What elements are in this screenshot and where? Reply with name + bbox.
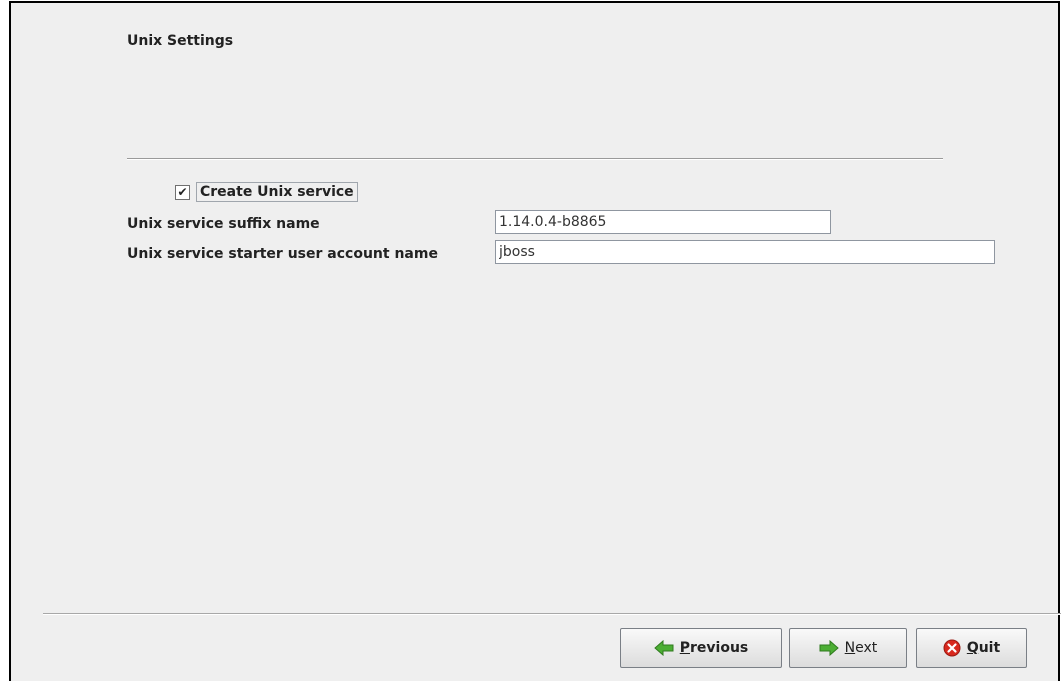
create-service-checkbox-row[interactable]: ✔ Create Unix service bbox=[175, 180, 358, 204]
suffix-name-input[interactable] bbox=[495, 210, 831, 234]
checkmark-icon: ✔ bbox=[177, 185, 188, 199]
next-button-label: Next bbox=[844, 640, 878, 656]
suffix-name-label: Unix service suffix name bbox=[127, 216, 320, 232]
right-arrow-icon bbox=[819, 640, 839, 656]
next-button[interactable]: Next bbox=[789, 628, 907, 668]
previous-button-label: Previous bbox=[679, 640, 749, 656]
create-service-checkbox[interactable]: ✔ bbox=[175, 184, 190, 200]
quit-button-label: Quit bbox=[966, 640, 1001, 656]
top-separator bbox=[127, 158, 943, 160]
left-arrow-icon bbox=[653, 640, 674, 656]
create-service-label[interactable]: Create Unix service bbox=[196, 182, 358, 202]
previous-button[interactable]: Previous bbox=[620, 628, 782, 668]
user-account-input[interactable] bbox=[495, 240, 995, 264]
user-account-label: Unix service starter user account name bbox=[127, 246, 438, 262]
quit-button[interactable]: Quit bbox=[916, 628, 1027, 668]
installer-window: Unix Settings ✔ Create Unix service Unix… bbox=[9, 1, 1061, 681]
bottom-separator bbox=[43, 613, 1061, 615]
stop-x-icon bbox=[943, 639, 961, 657]
panel-title: Unix Settings bbox=[127, 33, 234, 49]
